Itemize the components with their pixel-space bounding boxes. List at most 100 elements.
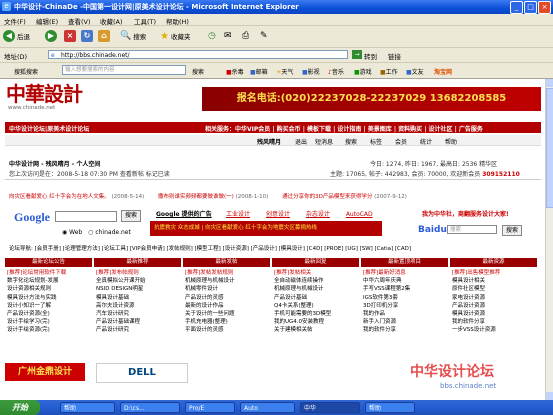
column-header[interactable]: 最新回复 — [272, 258, 359, 267]
links-label[interactable]: 链接 — [388, 51, 401, 61]
baidu-search-button[interactable]: 搜索 — [502, 225, 522, 236]
list-item[interactable]: 模具设计基础 — [96, 294, 181, 302]
relief-banner[interactable]: 抗震救灾 众志成城 | 向灾区看献爱心 红十字会为地震灾区募捐热线 — [150, 221, 382, 236]
search-button[interactable]: 🔍 搜索 — [120, 29, 146, 43]
column-header[interactable]: 最新论坛公告 — [5, 258, 92, 267]
task-chinade[interactable]: 中华 — [300, 402, 360, 413]
start-button[interactable]: 开始 — [0, 400, 40, 415]
list-item[interactable]: 机械零件设计 — [185, 285, 270, 293]
link-jobs[interactable]: ■工作 — [380, 67, 398, 76]
list-item[interactable]: 产品设计资源(全) — [7, 310, 92, 318]
list-item[interactable]: NSID DESIGN明星 — [96, 285, 181, 293]
bottom-ad-banner[interactable]: 广州金鼎设计 — [5, 363, 85, 381]
radio-web[interactable]: ◉ Web — [62, 229, 82, 236]
list-item[interactable]: 手机充电器(整理) — [185, 318, 270, 326]
list-item[interactable]: 关于建模相关帖 — [274, 326, 359, 334]
ad-link-4[interactable]: AutoCAD — [346, 211, 373, 218]
list-item[interactable]: Q4卡关系(整理) — [274, 302, 359, 310]
list-item[interactable]: 全自动磁体连续操作 — [274, 277, 359, 285]
notice-2[interactable]: 撒布则谁实频频都要做谁做(一) — [158, 194, 234, 200]
list-item[interactable]: [推荐]发帖相关 — [274, 269, 359, 277]
task-help-2[interactable]: 帮助 — [365, 402, 415, 413]
list-item[interactable]: 机械原理与机械设计 — [185, 277, 270, 285]
sohu-search-button[interactable]: 搜索 — [192, 67, 204, 76]
list-item[interactable]: 新手入门资源 — [363, 318, 448, 326]
nav-messages[interactable]: 短消息 — [315, 137, 333, 146]
home-button[interactable]: ⌂ — [98, 29, 110, 43]
back-button[interactable]: ◀ 后退 — [3, 29, 30, 43]
sohu-search-input[interactable]: 输入想要搜索的内容 — [62, 65, 186, 75]
list-item[interactable]: 设计小知识一了解 — [7, 302, 92, 310]
dell-ad[interactable]: DELL — [96, 363, 188, 383]
list-item[interactable]: 手写VSS课程第2集 — [363, 285, 448, 293]
list-item[interactable]: 手机可能需要的3D模型 — [274, 310, 359, 318]
mail-button[interactable]: ✉ — [224, 29, 232, 43]
notice-3[interactable]: 通过分享你的3D产品模型来获得学分 — [282, 194, 372, 200]
column-header[interactable]: 最新推荐 — [94, 258, 181, 267]
header-left[interactable]: 中华设计论坛|原美术设计论坛 — [9, 124, 89, 133]
list-item[interactable]: 我的UG4.0安装教程 — [274, 318, 359, 326]
list-item[interactable]: 设计手绘资源(完) — [7, 326, 92, 334]
google-ads-label[interactable]: Google 提供的广告 — [156, 209, 212, 218]
list-item[interactable]: 平面设计的灵感 — [185, 326, 270, 334]
site-logo[interactable]: 中華設計 www.chinade.net — [6, 83, 146, 115]
task-autocad[interactable]: Auto — [240, 402, 295, 413]
list-item[interactable]: [推荐]发布帖规则 — [96, 269, 181, 277]
menu-view[interactable]: 查看(V) — [68, 16, 91, 26]
list-item[interactable]: [推荐]出售模型推荐 — [452, 269, 537, 277]
notice-1[interactable]: 向灾区看献爱心 红十字会为在地人文集。 — [9, 194, 110, 200]
nav-search[interactable]: 搜索 — [345, 137, 357, 146]
print-button[interactable]: ⎙ — [242, 29, 249, 43]
list-item[interactable]: 家电设计资源 — [452, 294, 537, 302]
scroll-thumb[interactable] — [546, 88, 553, 208]
forward-button[interactable]: ▶ — [45, 29, 57, 43]
link-antivirus[interactable]: ■杀毒 — [226, 67, 244, 76]
nav-stats[interactable]: 统计 — [420, 137, 432, 146]
address-input[interactable]: e http://bbs.chinade.net/ — [48, 50, 348, 59]
go-icon[interactable]: → — [352, 50, 362, 59]
link-video[interactable]: ■影视 — [302, 67, 320, 76]
list-item[interactable]: 产品设计研究 — [96, 326, 181, 334]
ad-link-2[interactable]: 创意设计 — [266, 211, 290, 218]
menu-tools[interactable]: 工具(T) — [134, 16, 156, 26]
stop-button[interactable]: × — [64, 29, 76, 43]
list-item[interactable]: 产品设计基础课程 — [96, 318, 181, 326]
ad-link-3[interactable]: 杂志设计 — [306, 211, 330, 218]
link-mail[interactable]: ■邮箱 — [250, 67, 268, 76]
link-friends[interactable]: ■文友 — [406, 67, 424, 76]
link-taobao[interactable]: 淘宝网 — [434, 67, 452, 76]
nav-username[interactable]: 残风晴月 — [257, 137, 281, 146]
menu-help[interactable]: 帮助(H) — [166, 16, 189, 26]
list-item[interactable]: 关于设计的一些问题 — [185, 310, 270, 318]
list-item[interactable]: 原件社区模型 — [452, 285, 537, 293]
history-button[interactable]: ◷ — [208, 29, 216, 43]
list-item[interactable]: [推荐]论坛常用软件下载 — [7, 269, 92, 277]
list-item[interactable]: 高尔夫设计资源 — [96, 302, 181, 310]
edit-button[interactable]: ✎ — [260, 29, 268, 43]
favorites-button[interactable]: ★ 收藏夹 — [160, 29, 190, 43]
task-proe[interactable]: Pro/E — [185, 402, 235, 413]
link-music[interactable]: ♪音乐 — [328, 67, 344, 76]
close-button[interactable]: × — [538, 1, 551, 14]
forum-title[interactable]: 中华设计网 - 残风晴月 - 个人空间 — [9, 159, 100, 168]
refresh-button[interactable]: ↻ — [81, 29, 93, 43]
list-item[interactable]: [推荐]发帖发帖规则 — [185, 269, 270, 277]
nav-help[interactable]: 帮助 — [445, 137, 457, 146]
list-item[interactable]: 设计手绘学习(完) — [7, 318, 92, 326]
list-item[interactable]: 汽车设计研究 — [96, 310, 181, 318]
go-button[interactable]: 转到 — [364, 51, 377, 61]
link-games[interactable]: ■游戏 — [354, 67, 372, 76]
list-item[interactable]: 机械原理与机械设计 — [274, 285, 359, 293]
list-item[interactable]: 模具设计方法与实践 — [7, 294, 92, 302]
task-help-1[interactable]: 帮助 — [60, 402, 115, 413]
minimize-button[interactable]: _ — [510, 1, 523, 14]
forum-nav[interactable]: 论坛导航: [会员手册] [论理管理方法] [论坛工具] [VIP会员申请] [… — [9, 244, 411, 252]
scroll-down-icon[interactable] — [546, 392, 553, 400]
nav-members[interactable]: 会员 — [395, 137, 407, 146]
list-item[interactable]: 设计资源相关规则 — [7, 285, 92, 293]
radio-site[interactable]: ○ chinade.net — [88, 229, 131, 236]
header-services[interactable]: 相关服务：中华VIP会员 | 购买会币 | 模板下载 | 设计指南 | 美景图库… — [205, 124, 483, 133]
link-weather[interactable]: ☀天气 — [276, 67, 293, 76]
menu-edit[interactable]: 编辑(E) — [36, 16, 58, 26]
list-item[interactable]: 全真模拟公开课开始 — [96, 277, 181, 285]
